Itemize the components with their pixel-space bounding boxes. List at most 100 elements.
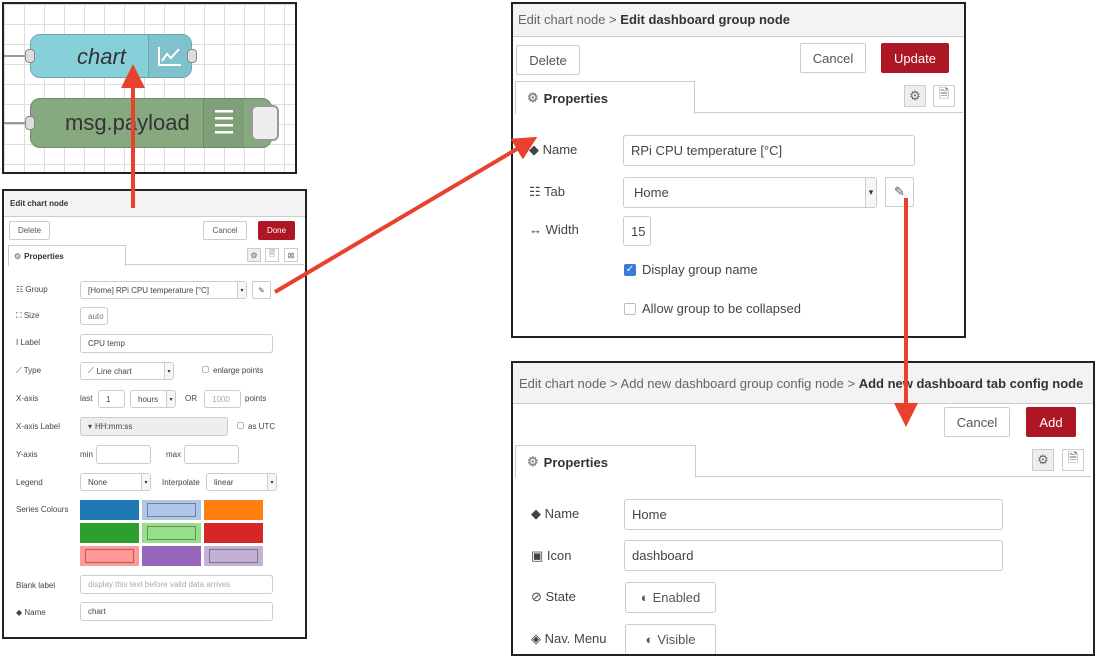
blank-label-input[interactable]: display this text before valid data arri… (80, 575, 273, 594)
series-colour-swatch[interactable] (142, 546, 201, 566)
nav-menu-toggle-button[interactable]: ◐ Visible (625, 624, 716, 654)
update-button[interactable]: Update (881, 43, 949, 73)
line-chart-icon: ⟋ (16, 366, 24, 375)
delete-button[interactable]: Delete (516, 45, 580, 75)
tab-editor-header: Edit chart node > Add new dashboard grou… (513, 363, 1093, 404)
table-icon: ☷ (16, 285, 26, 294)
group-editor-header: Edit chart node > Edit dashboard group n… (513, 4, 964, 37)
interpolate-select[interactable]: linear ▾ (206, 473, 277, 491)
edit-group-button[interactable]: ✎ (252, 281, 271, 299)
series-colour-swatch[interactable] (80, 523, 139, 543)
breadcrumb[interactable]: Edit chart node > Add new dashboard grou… (519, 376, 855, 391)
as-utc-checkbox[interactable] (237, 422, 244, 429)
size-icon: ⛶ (16, 311, 24, 320)
display-group-name-checkbox[interactable]: ✓ (624, 264, 636, 276)
page-title: Edit dashboard group node (620, 12, 790, 27)
tab-appearance-icon[interactable]: ⊠ (284, 248, 298, 262)
swatch-frame (209, 549, 258, 563)
series-colour-swatch[interactable] (142, 523, 201, 543)
swatch-frame (85, 549, 134, 563)
breadcrumb[interactable]: Edit chart node > (518, 12, 617, 27)
as-utc-label: as UTC (248, 422, 276, 431)
edit-tab-button[interactable]: ✎ (885, 177, 914, 207)
tab-settings-icon[interactable]: ⚙ (904, 85, 926, 107)
name-input[interactable]: RPi CPU temperature [°C] (623, 135, 915, 166)
ymin-input[interactable] (96, 445, 151, 464)
blank-label-label: Blank label (16, 581, 56, 590)
cancel-button[interactable]: Cancel (203, 221, 247, 240)
state-toggle-button[interactable]: ◐ Enabled (625, 582, 716, 613)
chart-node-output-port[interactable] (187, 49, 197, 63)
type-select[interactable]: ⟋ Line chart ▾ (80, 362, 174, 380)
tab-description-icon[interactable]: 🗎 (265, 248, 279, 262)
allow-collapse-checkbox[interactable] (624, 303, 636, 315)
tab-properties[interactable]: ⚙ Properties (515, 445, 696, 478)
enlarge-points-checkbox[interactable] (202, 366, 209, 373)
tab-settings-icon[interactable]: ⚙ (247, 248, 261, 262)
group-editor-panel: Edit chart node > Edit dashboard group n… (511, 2, 966, 338)
legend-label: Legend (16, 478, 43, 487)
flow-canvas[interactable]: chart msg.payload (2, 2, 297, 174)
series-colour-swatch[interactable] (142, 500, 201, 520)
name-label: ◆ Name (16, 608, 46, 617)
tab-settings-icon[interactable]: ⚙ (1032, 449, 1054, 471)
toggle-icon: ◐ (640, 590, 649, 605)
chart-editor-header: Edit chart node (4, 191, 305, 217)
cog-icon: ⚙ (527, 454, 539, 469)
name-label: ◆ Name (529, 142, 578, 157)
tab-properties[interactable]: ⚙ Properties (515, 81, 695, 114)
xaxis-format-select[interactable]: ▾ HH:mm:ss (80, 417, 228, 436)
tab-properties[interactable]: ⚙ Properties (8, 245, 126, 266)
width-label: ↔ Width (529, 222, 579, 237)
tab-select[interactable]: Home ▾ (623, 177, 877, 208)
cancel-button[interactable]: Cancel (944, 407, 1010, 437)
cancel-button[interactable]: Cancel (800, 43, 866, 73)
enlarge-points-label: enlarge points (213, 366, 264, 375)
icon-input[interactable]: dashboard (624, 540, 1003, 571)
hours-select[interactable]: hours ▾ (130, 390, 176, 408)
series-colour-swatch[interactable] (204, 546, 263, 566)
done-button[interactable]: Done (258, 221, 295, 240)
pencil-icon: ✎ (894, 184, 905, 199)
series-colours-grid (80, 500, 266, 567)
last-label: last (80, 394, 93, 403)
tab-description-icon[interactable]: 🗎 (933, 85, 955, 107)
series-colour-swatch[interactable] (204, 523, 263, 543)
series-colour-swatch[interactable] (80, 500, 139, 520)
add-button[interactable]: Add (1026, 407, 1076, 437)
caret-down-icon: ▾ (865, 178, 876, 207)
group-select[interactable]: [Home] RPi CPU temperature [°C] ▾ (80, 281, 247, 299)
debug-node[interactable]: msg.payload (25, 98, 279, 148)
name-input[interactable]: chart (80, 602, 273, 621)
pencil-icon: ✎ (258, 285, 265, 295)
caret-down-icon: ▾ (164, 363, 173, 379)
size-button[interactable]: auto (80, 307, 108, 325)
display-group-name-label: Display group name (642, 262, 758, 277)
picture-icon: ▣ (531, 548, 547, 563)
tab-description-icon[interactable]: 🗎 (1062, 449, 1084, 471)
legend-select[interactable]: None ▾ (80, 473, 151, 491)
last-input[interactable]: 1 (98, 390, 125, 408)
ymax-input[interactable] (184, 445, 239, 464)
width-button[interactable]: 15 (623, 216, 651, 246)
name-input[interactable]: Home (624, 499, 1003, 530)
table-icon: ☷ (529, 184, 545, 199)
arrows-h-icon: ↔ (529, 222, 546, 237)
series-colour-swatch[interactable] (80, 546, 139, 566)
tab-label: ☷ Tab (529, 184, 565, 199)
label-input[interactable]: CPU temp (80, 334, 273, 353)
points-input[interactable]: 1000 (204, 390, 241, 408)
debug-node-input-port[interactable] (25, 116, 35, 130)
chart-editor-panel: Edit chart node Delete Cancel Done ⚙ Pro… (2, 189, 307, 639)
arrow-group-to-group-editor (273, 136, 538, 294)
chart-node[interactable]: chart (25, 34, 197, 78)
label-label: Ι Label (16, 338, 41, 347)
tab-editor-panel: Edit chart node > Add new dashboard grou… (511, 361, 1095, 656)
delete-button[interactable]: Delete (9, 221, 50, 240)
size-label: ⛶ Size (16, 311, 40, 320)
series-colour-swatch[interactable] (204, 500, 263, 520)
debug-node-toggle[interactable] (251, 105, 279, 141)
tag-icon: ◆ (529, 142, 543, 157)
chart-node-input-port[interactable] (25, 49, 35, 63)
group-label: ☷ Group (16, 285, 48, 294)
